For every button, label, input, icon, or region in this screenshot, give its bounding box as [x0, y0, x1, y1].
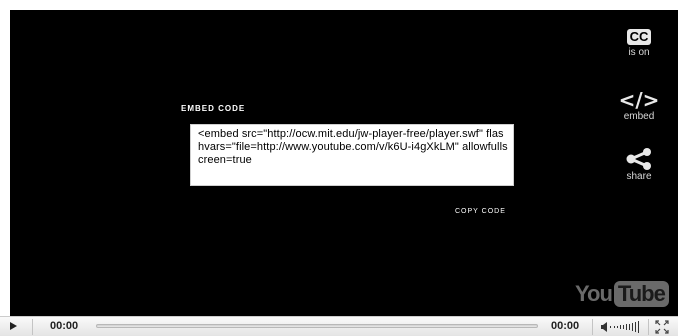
copy-code-button[interactable]: COPY CODE — [455, 208, 506, 215]
embed-code-textbox[interactable]: <embed src="http://ocw.mit.edu/jw-player… — [190, 124, 514, 186]
cc-icon: CC — [626, 29, 652, 45]
embed-button[interactable]: </> embed — [614, 90, 664, 122]
youtube-logo[interactable]: You Tube — [575, 278, 669, 310]
divider — [32, 319, 33, 335]
captions-label: is on — [628, 47, 650, 58]
elapsed-time: 00:00 — [50, 320, 79, 332]
page: CC is on </> embed share EMBED CODE <emb… — [0, 0, 678, 336]
embed-code-title: EMBED CODE — [181, 104, 246, 113]
share-button[interactable]: share — [614, 148, 664, 182]
volume-icon[interactable] — [601, 320, 647, 334]
youtube-logo-you: You — [575, 281, 613, 306]
page-header-fragment — [0, 0, 678, 10]
captions-button[interactable]: CC is on — [614, 28, 664, 58]
divider — [648, 319, 649, 335]
fullscreen-icon[interactable] — [655, 320, 669, 334]
share-icon — [626, 148, 651, 170]
progress-scrubber[interactable] — [96, 324, 538, 328]
control-bar: 00:00 00:00 — [0, 316, 678, 336]
embed-label: embed — [623, 111, 655, 122]
share-label: share — [626, 171, 652, 182]
code-icon: </> — [618, 88, 660, 112]
total-time: 00:00 — [551, 320, 580, 332]
play-icon[interactable] — [10, 322, 17, 330]
video-player[interactable]: CC is on </> embed share EMBED CODE <emb… — [10, 10, 678, 316]
divider — [592, 319, 593, 335]
youtube-logo-tube: Tube — [613, 281, 669, 307]
header-text-fragment — [2, 0, 7, 10]
